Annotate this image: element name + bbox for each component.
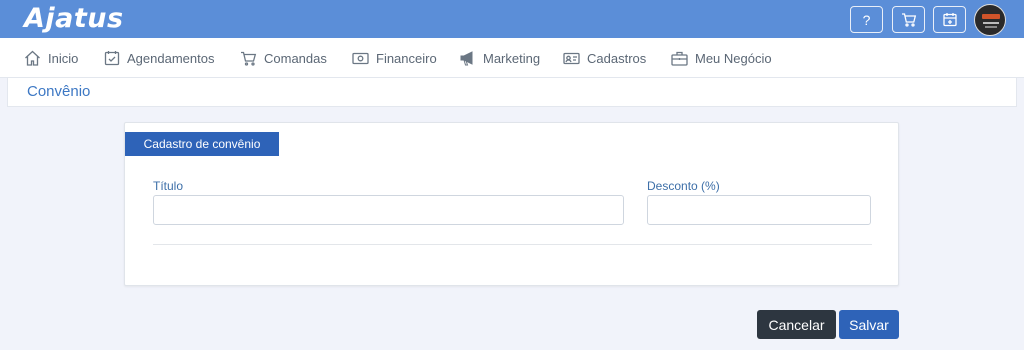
nav-item-comandas[interactable]: Comandas: [240, 38, 327, 78]
help-button[interactable]: ?: [850, 6, 883, 33]
cart-icon: [241, 51, 257, 66]
titulo-label: Título: [153, 179, 184, 193]
briefcase-icon: [671, 51, 688, 66]
top-bar: Ajatus ?: [0, 0, 1024, 38]
nav-item-label: Inicio: [48, 50, 79, 66]
app-logo[interactable]: Ajatus: [24, 3, 124, 35]
avatar-line: [985, 26, 997, 28]
nav-item-marketing[interactable]: Marketing: [459, 38, 540, 78]
nav-item-label: Financeiro: [376, 50, 437, 66]
main-nav: Inicio Agendamentos Comandas Financeiro …: [0, 38, 1024, 78]
money-icon: [352, 52, 369, 64]
nav-item-financeiro[interactable]: Financeiro: [352, 38, 437, 78]
help-icon: ?: [862, 11, 871, 28]
avatar-logo-shape: [982, 14, 1000, 19]
save-button[interactable]: Salvar: [839, 310, 899, 339]
megaphone-icon: [460, 50, 473, 65]
cart-icon: [901, 12, 916, 27]
home-icon: [25, 50, 40, 66]
nav-item-inicio[interactable]: Inicio: [24, 38, 78, 78]
id-card-icon: [563, 52, 580, 64]
desconto-label: Desconto (%): [647, 179, 720, 193]
cart-button[interactable]: [892, 6, 925, 33]
calendar-button[interactable]: [933, 6, 966, 33]
nav-item-label: Comandas: [264, 50, 327, 66]
avatar-line: [983, 22, 999, 24]
form-tab[interactable]: Cadastro de convênio: [125, 132, 279, 156]
nav-item-label: Agendamentos: [127, 50, 215, 66]
calendar-check-icon: [104, 51, 120, 66]
nav-item-cadastros[interactable]: Cadastros: [563, 38, 646, 78]
nav-item-agendamentos[interactable]: Agendamentos: [104, 38, 214, 78]
user-avatar[interactable]: [974, 4, 1006, 36]
calendar-plus-icon: [942, 13, 957, 27]
desconto-input[interactable]: [647, 195, 871, 225]
titulo-input[interactable]: [153, 195, 624, 225]
page-title: Convênio: [27, 83, 91, 100]
nav-item-label: Cadastros: [587, 50, 647, 66]
page-header: Convênio: [7, 78, 1017, 107]
nav-item-label: Meu Negócio: [695, 50, 772, 66]
form-card: Cadastro de convênio Título Desconto (%): [124, 122, 899, 286]
divider: [153, 244, 872, 245]
nav-item-meu-negocio[interactable]: Meu Negócio: [671, 38, 772, 78]
nav-item-label: Marketing: [483, 50, 541, 66]
cancel-button[interactable]: Cancelar: [757, 310, 836, 339]
